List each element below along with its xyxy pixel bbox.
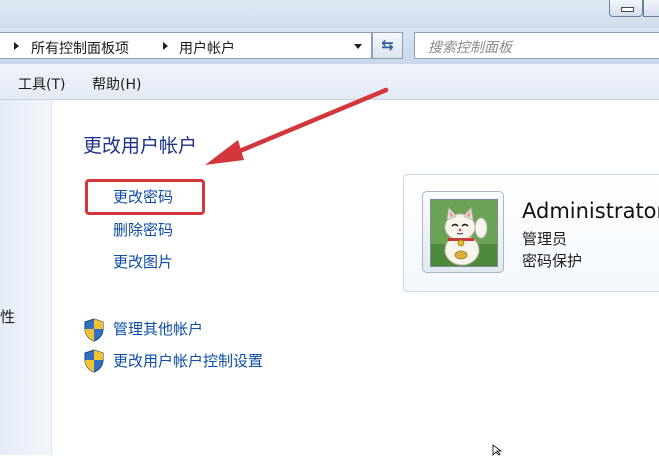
lucky-cat-avatar-icon bbox=[431, 200, 497, 266]
sidebar: 性 bbox=[0, 100, 52, 455]
change-password-link[interactable]: 更改密码 bbox=[113, 186, 173, 207]
avatar-frame bbox=[422, 191, 504, 273]
menu-help[interactable]: 帮助(H) bbox=[92, 74, 141, 94]
avatar[interactable] bbox=[430, 199, 498, 267]
mouse-cursor-icon bbox=[492, 444, 503, 456]
address-bar[interactable]: 所有控制面板项 用户帐户 bbox=[0, 32, 372, 59]
uac-settings-link[interactable]: 更改用户帐户控制设置 bbox=[113, 350, 263, 371]
breadcrumb-all-control-panel-items[interactable]: 所有控制面板项 bbox=[31, 38, 129, 58]
shield-icon bbox=[84, 318, 104, 342]
breadcrumb-user-accounts[interactable]: 用户帐户 bbox=[179, 38, 235, 58]
menu-tools[interactable]: 工具(T) bbox=[18, 74, 65, 94]
minimize-button[interactable] bbox=[609, 0, 643, 17]
account-status: 密码保护 bbox=[522, 252, 583, 270]
menu-bar: 工具(T) 帮助(H) bbox=[0, 64, 659, 100]
title-bar bbox=[0, 0, 659, 28]
account-role: 管理员 bbox=[522, 230, 568, 248]
refresh-icon: ⇆ bbox=[381, 36, 394, 54]
remove-password-link[interactable]: 删除密码 bbox=[113, 219, 173, 240]
maximize-button[interactable] bbox=[643, 0, 659, 17]
change-picture-link[interactable]: 更改图片 bbox=[113, 251, 173, 272]
page-title: 更改用户帐户 bbox=[83, 135, 198, 157]
shield-icon bbox=[84, 349, 104, 373]
sidebar-item-partial[interactable]: 性 bbox=[0, 306, 15, 327]
address-row: 所有控制面板项 用户帐户 ⇆ 搜索控制面板 bbox=[0, 28, 659, 64]
refresh-button[interactable]: ⇆ bbox=[372, 32, 403, 59]
chevron-down-icon[interactable] bbox=[354, 44, 362, 49]
account-name: Administrator bbox=[522, 199, 659, 223]
search-placeholder: 搜索控制面板 bbox=[428, 40, 512, 56]
main-content: 更改用户帐户 更改密码 删除密码 更改图片 管理其他帐户 更改用户帐户控制设置 bbox=[52, 100, 659, 455]
chevron-right-icon[interactable] bbox=[14, 42, 19, 50]
chevron-right-icon[interactable] bbox=[163, 42, 168, 50]
search-input[interactable]: 搜索控制面板 bbox=[414, 32, 659, 59]
account-card: Administrator 管理员 密码保护 bbox=[403, 174, 659, 292]
manage-other-accounts-link[interactable]: 管理其他帐户 bbox=[113, 318, 203, 339]
